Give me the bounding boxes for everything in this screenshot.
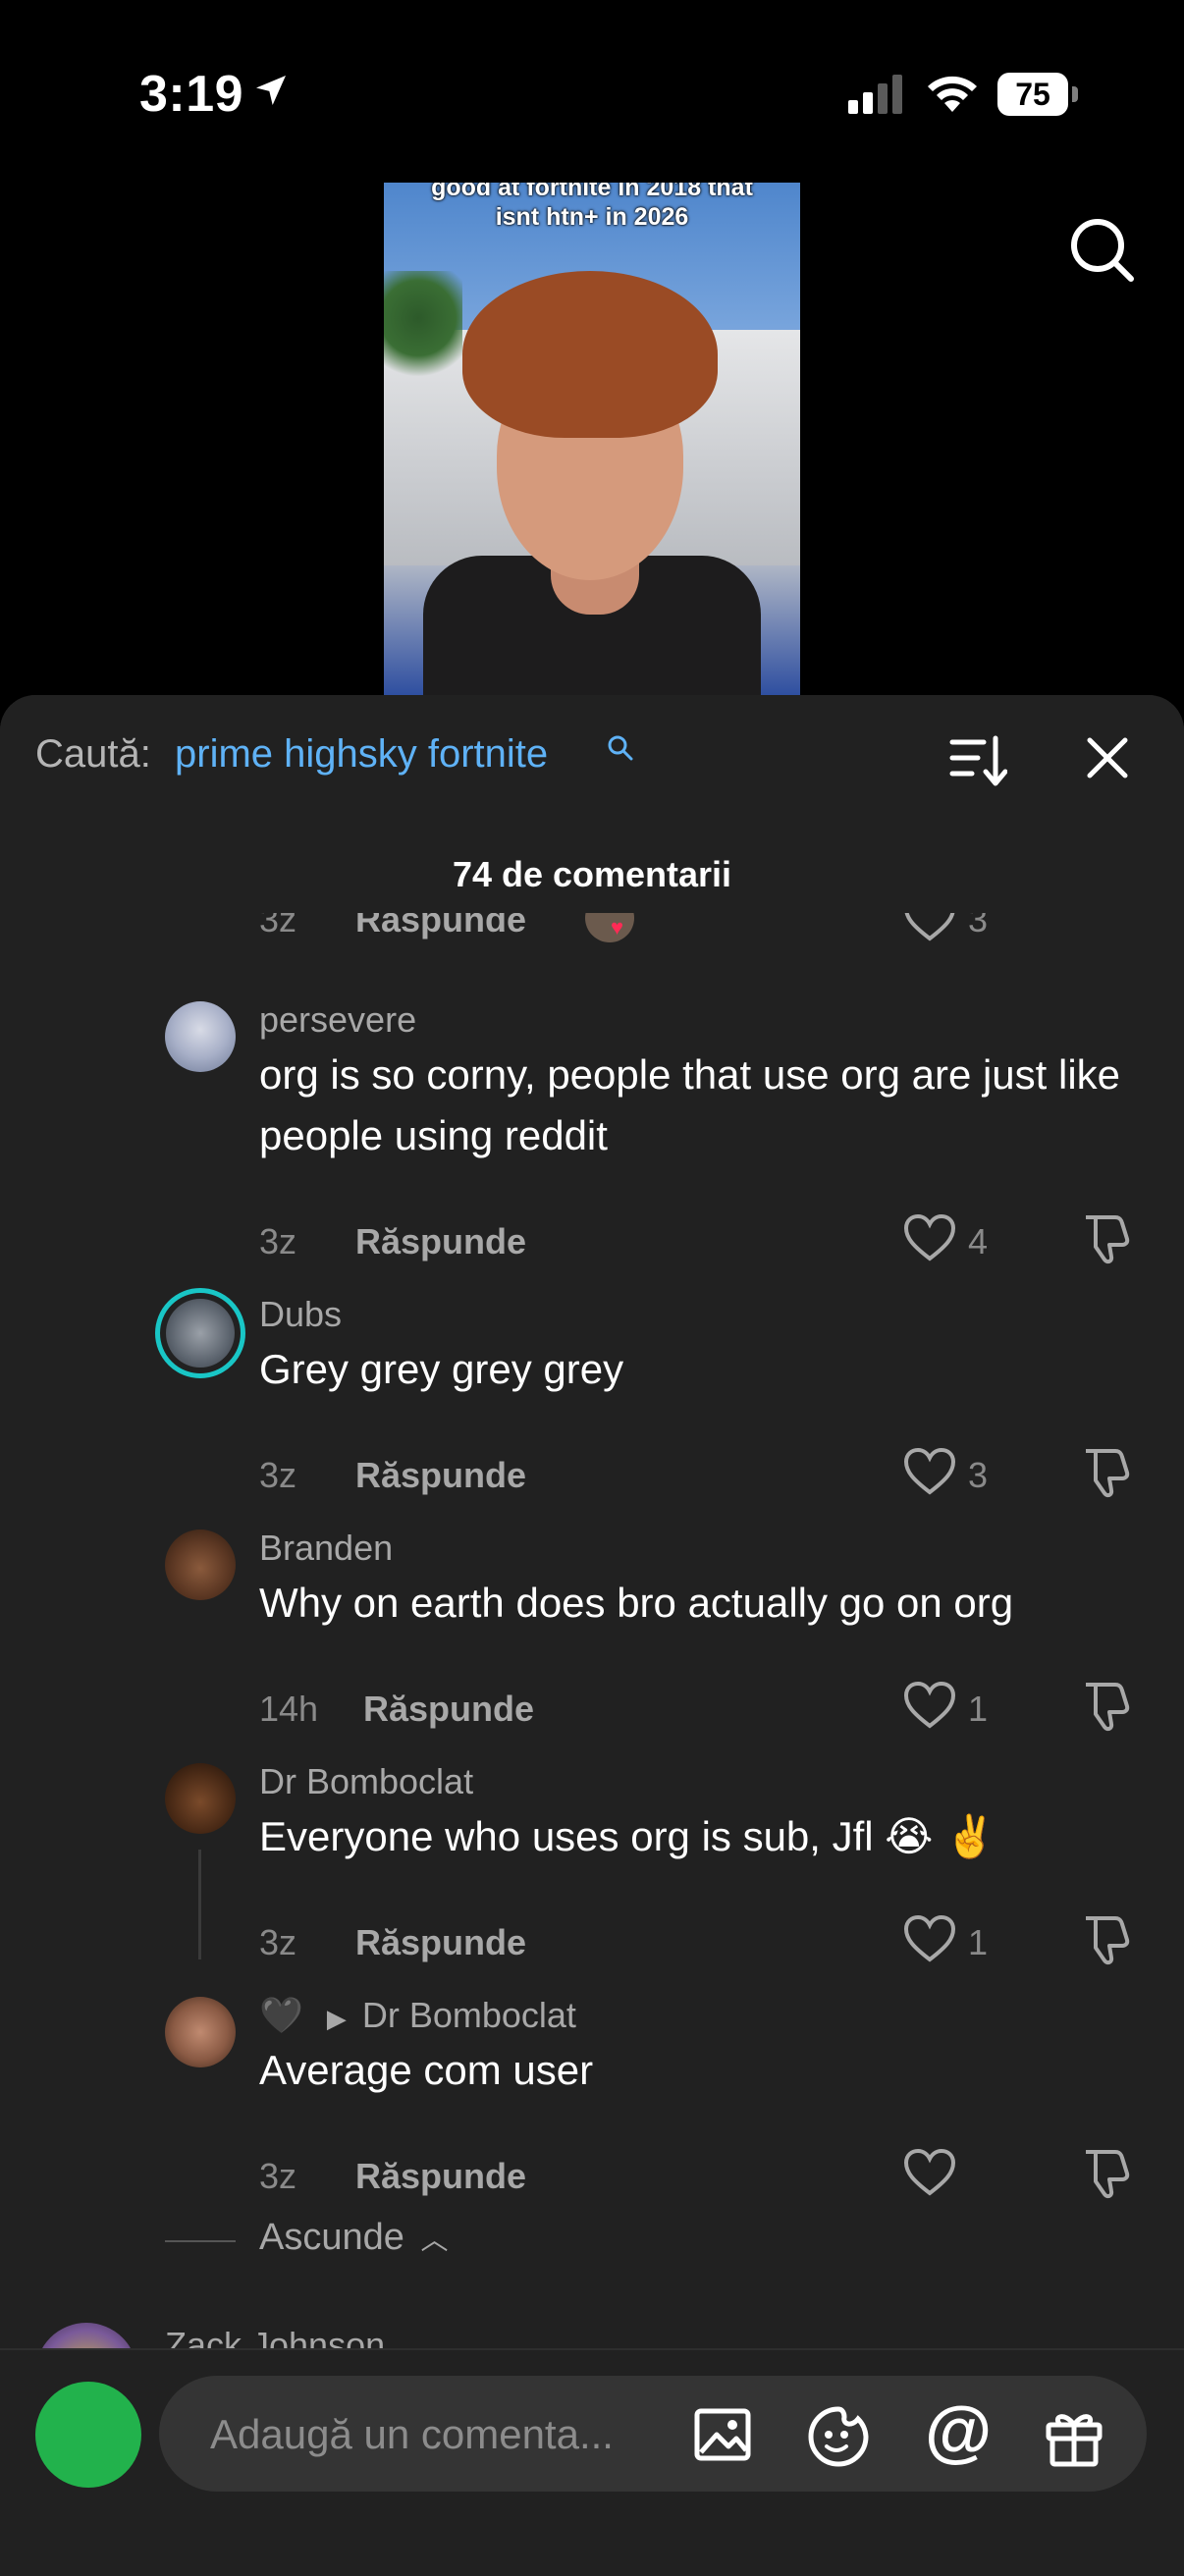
cellular-signal-icon xyxy=(848,75,902,114)
comment-text: org is so corny, people that use org are… xyxy=(259,1051,1121,1158)
search-label: Caută: xyxy=(35,732,151,776)
gift-icon[interactable] xyxy=(1043,2405,1105,2468)
like-count: 3 xyxy=(968,1455,989,1495)
dislike-icon[interactable] xyxy=(1078,1445,1133,1500)
comment-text: Why on earth does bro actually go on org xyxy=(259,1580,1014,1626)
search-query-link[interactable]: prime highsky fortnite xyxy=(175,732,548,777)
comment-username[interactable]: Dr Bomboclat xyxy=(259,1761,473,1802)
comment-time: 3z xyxy=(259,913,297,939)
comment-text: Average com user xyxy=(259,2047,594,2093)
creator-liked-avatar xyxy=(585,913,634,942)
heart-icon[interactable] xyxy=(903,1447,956,1496)
video-hair xyxy=(462,271,718,438)
heart-icon[interactable] xyxy=(903,1914,956,1963)
comment-username[interactable]: 🖤 ▶ Dr Bomboclat xyxy=(259,1995,576,2036)
reply-button[interactable]: Răspunde xyxy=(355,1455,526,1496)
comment-username[interactable]: Branden xyxy=(259,1528,393,1569)
my-avatar xyxy=(35,2382,141,2488)
reply-button[interactable]: Răspunde xyxy=(355,913,526,940)
like-count: 3 xyxy=(968,913,989,939)
comment-count: 74 de comentarii xyxy=(452,854,732,894)
dislike-icon[interactable] xyxy=(1078,1211,1133,1266)
battery-indicator: 75 xyxy=(997,73,1078,116)
hide-label-text: Ascunde xyxy=(259,2217,404,2258)
avatar-story-ring[interactable] xyxy=(155,1288,245,1378)
close-icon[interactable] xyxy=(1084,734,1131,781)
reply-to-username[interactable]: Dr Bomboclat xyxy=(362,1995,576,2035)
location-arrow-icon xyxy=(256,76,286,105)
heart-icon[interactable] xyxy=(903,2148,956,2197)
battery-percent: 75 xyxy=(1015,77,1050,112)
comment-username[interactable]: persevere xyxy=(259,999,416,1041)
video-thumbnail[interactable]: good at fortnite in 2018 that isnt htn+ … xyxy=(384,183,800,695)
comment-time: 3z xyxy=(259,1922,297,1962)
heart-badge-icon: ♥ xyxy=(611,915,624,939)
username-emoji: 🖤 xyxy=(259,1995,303,2035)
comment-time: 3z xyxy=(259,2156,297,2196)
comment-time: 14h xyxy=(259,1689,319,1729)
comment-input-placeholder: Adaugă un comenta... xyxy=(210,2411,614,2457)
avatar[interactable] xyxy=(165,1001,236,1072)
battery-tip xyxy=(1072,86,1078,102)
reply-button[interactable]: Răspunde xyxy=(363,1689,534,1730)
reply-button[interactable]: Răspunde xyxy=(355,1922,526,1963)
status-time: 3:19 xyxy=(139,66,244,123)
video-caption: good at fortnite in 2018 that isnt htn+ … xyxy=(384,183,800,232)
search-icon[interactable] xyxy=(1068,216,1137,285)
sort-icon[interactable] xyxy=(948,734,1007,787)
heart-icon[interactable] xyxy=(903,913,956,942)
avatar[interactable] xyxy=(165,1530,236,1600)
video-caption-line1: good at fortnite in 2018 that xyxy=(431,183,753,201)
comment-time: 3z xyxy=(259,1455,297,1495)
video-palm-tree xyxy=(384,271,462,389)
dislike-icon[interactable] xyxy=(1078,1912,1133,1967)
video-caption-line2: isnt htn+ in 2026 xyxy=(495,203,689,231)
image-icon[interactable] xyxy=(693,2405,752,2464)
thread-line xyxy=(198,1850,201,1959)
hide-replies-label: Ascunde ︿ xyxy=(259,2217,448,2259)
hide-divider xyxy=(165,2240,236,2242)
reply-button[interactable]: Răspunde xyxy=(355,2156,526,2197)
comments-sheet: Caută: prime highsky fortnite 74 de come… xyxy=(0,695,1184,2574)
avatar xyxy=(166,1299,235,1368)
comment-text: Everyone who uses org is sub, Jfl 😭 ✌️ xyxy=(259,1813,996,1859)
chevron-up-icon: ︿ xyxy=(420,2225,449,2255)
avatar[interactable] xyxy=(165,1763,236,1834)
search-mini-icon xyxy=(608,735,633,761)
reply-button[interactable]: Răspunde xyxy=(355,1221,526,1262)
heart-icon[interactable] xyxy=(903,1681,956,1730)
partial-comment-row: 3z Răspunde ♥ 3 xyxy=(0,913,1184,972)
like-count: 1 xyxy=(968,1922,989,1962)
reply-arrow-icon: ▶ xyxy=(326,2004,347,2033)
like-count: 4 xyxy=(968,1221,989,1261)
dislike-icon[interactable] xyxy=(1078,1679,1133,1734)
like-count: 1 xyxy=(968,1689,989,1729)
comment-input[interactable]: Adaugă un comenta... @ xyxy=(159,2376,1147,2492)
comment-username[interactable]: Dubs xyxy=(259,1294,342,1335)
wifi-icon xyxy=(928,76,977,112)
mention-icon[interactable]: @ xyxy=(925,2391,992,2470)
comment-text: Grey grey grey grey xyxy=(259,1346,624,1392)
heart-icon[interactable] xyxy=(903,1213,956,1262)
sticker-icon[interactable] xyxy=(807,2405,870,2468)
comments-header: Caută: prime highsky fortnite 74 de come… xyxy=(0,695,1184,894)
status-bar: 3:19 75 xyxy=(0,0,1184,187)
avatar[interactable] xyxy=(165,1997,236,2067)
comment-time: 3z xyxy=(259,1221,297,1261)
comment-composer: Adaugă un comenta... @ xyxy=(0,2348,1184,2576)
dislike-icon[interactable] xyxy=(1078,2146,1133,2201)
